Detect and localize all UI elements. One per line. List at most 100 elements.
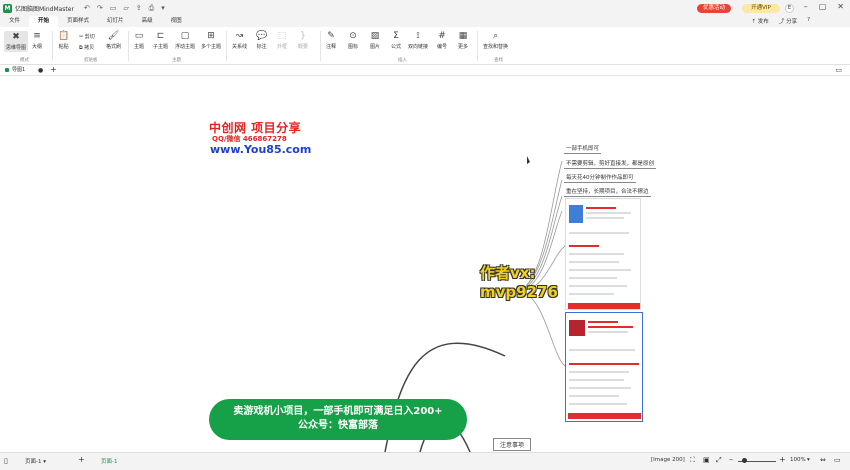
share-button[interactable]: ⤴ 分享	[779, 17, 797, 25]
paste-button[interactable]: 📋 粘贴	[58, 31, 69, 50]
note-button[interactable]: ✎ 注释	[326, 31, 336, 50]
page-nav-icon[interactable]: ▯	[4, 457, 8, 465]
fit-width-icon[interactable]: ⇔	[820, 456, 826, 464]
add-page-button[interactable]: +	[78, 455, 85, 464]
promo-button[interactable]: 优惠活动	[697, 4, 731, 13]
cut-button[interactable]: ✂ 剪切	[79, 33, 95, 40]
image-button[interactable]: ▨ 图片	[370, 31, 380, 50]
more-button[interactable]: ▦ 更多	[458, 31, 468, 50]
help-icon[interactable]: ?	[807, 17, 810, 25]
watermark-author-line1: 作者vx:	[480, 264, 536, 282]
outline-mode-button[interactable]: ≡ 大纲	[32, 31, 42, 50]
card-line	[588, 331, 628, 333]
maximize-icon[interactable]: ▢	[819, 2, 827, 11]
zoom-in-icon[interactable]: +	[779, 455, 786, 464]
zoom-out-icon[interactable]: –	[729, 455, 733, 464]
fullscreen-icon[interactable]: ⤢	[716, 456, 722, 465]
menu-view[interactable]: 视图	[162, 16, 191, 27]
minimize-icon[interactable]: –	[804, 2, 808, 11]
zoom-dropdown-icon[interactable]: ▾	[807, 457, 810, 463]
topic-node-2[interactable]: 不需要剪辑，剪好直接发，都是原创	[564, 159, 657, 169]
undo-icon[interactable]: ↶	[84, 4, 90, 13]
number-button[interactable]: # 编号	[437, 31, 447, 50]
menu-page-style[interactable]: 页面样式	[58, 16, 98, 27]
icon-label: 图标	[348, 44, 359, 50]
relation-button[interactable]: ↝ 关系线	[232, 31, 247, 50]
floating-topic-button[interactable]: ▢ 浮动主题	[175, 31, 195, 50]
mindmap-mode-button[interactable]: ✖ 思维导图	[4, 31, 29, 52]
image-node-2[interactable]	[565, 312, 643, 422]
subtopic-button[interactable]: ⊏ 子主题	[153, 31, 168, 50]
copy-label: 拷贝	[84, 45, 95, 51]
boundary-icon: ⬚	[277, 31, 287, 41]
card-line	[569, 285, 627, 287]
print-icon[interactable]: ⎙	[149, 4, 155, 13]
menu-home[interactable]: 开始	[29, 16, 59, 27]
fit-page-icon[interactable]: ⛶	[690, 456, 695, 465]
multi-topic-button[interactable]: ⊞ 多个主题	[201, 31, 221, 50]
vip-button[interactable]: 开通VIP	[742, 4, 780, 13]
tab-unsaved-dot-icon[interactable]: ●	[38, 67, 43, 74]
sidebar-toggle-icon[interactable]: ▭	[835, 66, 842, 74]
topic-node-notes[interactable]: 注意事项	[493, 438, 532, 451]
close-icon[interactable]: ✕	[837, 2, 844, 11]
page-selector[interactable]: 页面-1 ▾	[25, 457, 46, 465]
menu-advanced[interactable]: 高级	[133, 16, 162, 27]
mindmap-canvas[interactable]: 中创网 项目分享 QQ/微信 466867278 www.You85.com 一…	[0, 76, 850, 452]
floating-topic-label: 浮动主题	[175, 44, 196, 50]
redo-icon[interactable]: ↷	[97, 4, 103, 13]
menu-file[interactable]: 文件	[0, 16, 29, 27]
save-icon[interactable]: ▭	[110, 4, 117, 13]
topic-node-3[interactable]: 每天花40分钟制作作品即可	[564, 173, 636, 183]
boundary-button[interactable]: ⬚ 外框	[277, 31, 287, 50]
topic-node-1[interactable]: 一部手机即可	[564, 144, 602, 154]
callout-button[interactable]: 💬 标注	[256, 31, 267, 50]
page-tab-active[interactable]: 页面-1	[101, 457, 117, 465]
find-replace-button[interactable]: ⌕ 查找和替换	[483, 31, 508, 50]
boundary-label: 外框	[277, 44, 288, 50]
callout-label: 标注	[256, 44, 267, 50]
publish-button[interactable]: ⇡ 发布	[751, 17, 768, 25]
export-icon[interactable]: ⇪	[136, 4, 142, 13]
banner-line2: 公众号：快富部落	[298, 420, 378, 431]
app-logo-icon: M	[3, 3, 12, 13]
icon-button[interactable]: ⊙ 图标	[348, 31, 358, 50]
relation-icon: ↝	[235, 31, 244, 41]
more-quick-access-icon[interactable]: ▾	[161, 4, 165, 13]
card-line	[586, 212, 631, 214]
card-line	[588, 326, 633, 328]
image-info: [Image 200]	[651, 457, 685, 463]
publish-label: 发布	[757, 19, 769, 25]
format-painter-button[interactable]: 🖌 格式刷	[106, 31, 121, 50]
copy-button[interactable]: ⧉ 拷贝	[79, 44, 94, 51]
avatar[interactable]: E	[785, 4, 794, 13]
panel-toggle-icon[interactable]: ▭	[834, 456, 841, 464]
topic-node-4[interactable]: 重在坚持，长期项目，合法不擦边	[564, 187, 651, 197]
tab-mindmap-1[interactable]: 导图1	[4, 66, 25, 75]
formula-button[interactable]: Σ 公式	[391, 31, 401, 50]
image-node-1[interactable]	[565, 198, 641, 310]
zoom-slider-handle[interactable]	[742, 458, 747, 463]
multi-topic-icon: ⊞	[207, 31, 215, 41]
summary-button[interactable]: } 概要	[298, 31, 308, 50]
document-tabs: 导图1 ● + ▭	[0, 65, 850, 76]
find-replace-label: 查找和替换	[483, 44, 509, 50]
open-icon[interactable]: ▱	[123, 4, 128, 13]
window-controls: – ▢ ✕	[804, 2, 844, 11]
presentation-icon[interactable]: ▣	[703, 456, 710, 464]
tab-label: 导图1	[12, 67, 26, 73]
group-insert-label: 插入	[398, 58, 407, 63]
card-line	[569, 403, 627, 405]
topic-button[interactable]: ▭ 主题	[134, 31, 144, 50]
zoom-level[interactable]: 100%	[790, 457, 806, 463]
ribbon-separator	[128, 31, 129, 61]
hyperlink-button[interactable]: ⟟ 双向链接	[408, 31, 428, 50]
menu-slides[interactable]: 幻灯片	[98, 16, 133, 27]
new-tab-icon[interactable]: +	[50, 65, 57, 74]
card-line	[569, 269, 631, 271]
relation-label: 关系线	[232, 44, 248, 50]
ribbon: ✖ 思维导图 ≡ 大纲 模式 📋 粘贴 ✂ 剪切 ⧉ 拷贝 🖌 格式刷 剪贴板 ▭ 主题 …	[0, 27, 850, 65]
group-clipboard-label: 剪贴板	[84, 58, 98, 63]
banner-line1: 卖游戏机小项目，一部手机即可满足日入200+	[233, 406, 443, 417]
find-replace-icon: ⌕	[492, 31, 499, 41]
